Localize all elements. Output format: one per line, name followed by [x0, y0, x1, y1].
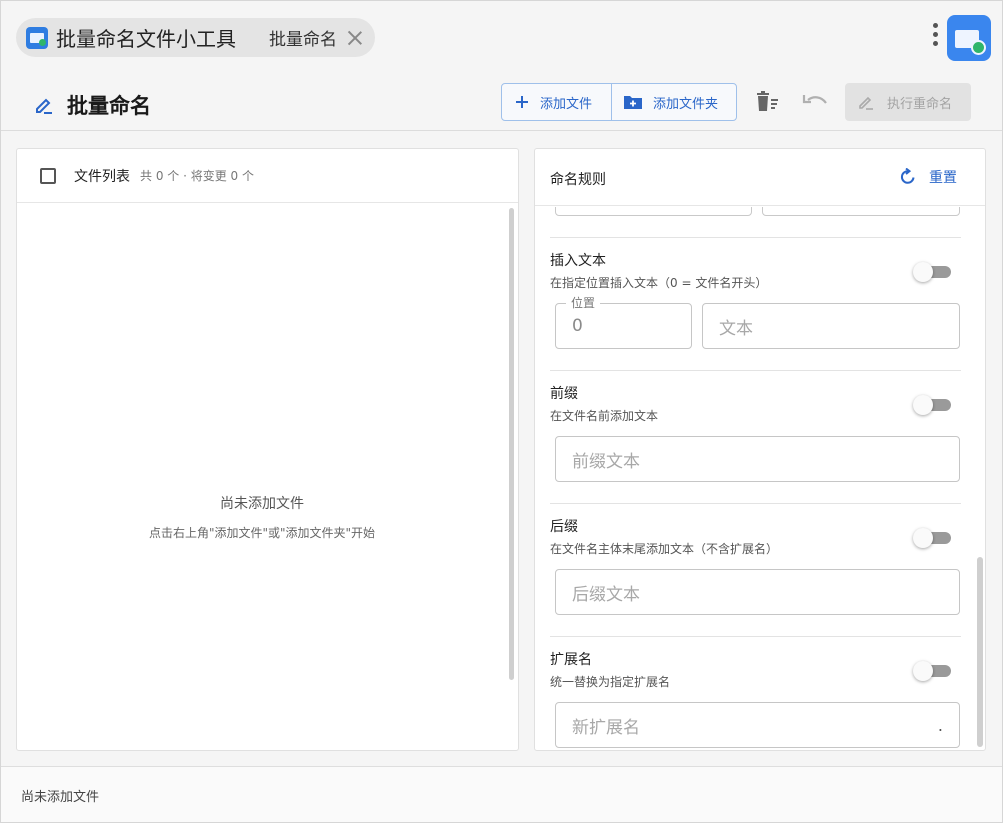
page-heading: 批量命名: [33, 90, 151, 120]
suffix-toggle[interactable]: [913, 528, 951, 548]
rules-scrollbar[interactable]: [977, 557, 983, 747]
add-file-button[interactable]: 添加文件: [502, 84, 612, 120]
refresh-icon: [899, 168, 917, 186]
file-list-count: 共 0 个 · 将变更 0 个: [140, 169, 254, 183]
insert-position-input[interactable]: 位置 0: [555, 294, 692, 349]
clear-list-icon[interactable]: [753, 91, 779, 113]
rules-header: 命名规则 重置: [535, 149, 985, 206]
prefix-placeholder: 前缀文本: [572, 451, 640, 472]
insert-text-toggle[interactable]: [913, 262, 951, 282]
extension-toggle[interactable]: [913, 661, 951, 681]
divider: [550, 237, 961, 238]
tab-label: 批量命名: [269, 30, 337, 50]
insert-text-desc: 在指定位置插入文本（0 = 文件名开头）: [550, 276, 768, 290]
rules-title: 命名规则: [550, 172, 606, 188]
extension-title: 扩展名: [550, 652, 592, 668]
extension-dot: .: [937, 715, 943, 735]
empty-state-title: 尚未添加文件: [220, 496, 304, 512]
suffix-title: 后缀: [550, 519, 578, 535]
suffix-placeholder: 后缀文本: [572, 584, 640, 605]
rules-panel: 命名规则 重置 插入文本 在指定位置插入文本（0 = 文件名开头） 位置 0 文…: [534, 148, 986, 751]
file-list-header: 文件列表 共 0 个 · 将变更 0 个: [17, 149, 518, 203]
prefix-input[interactable]: 前缀文本: [555, 436, 960, 482]
divider: [550, 370, 961, 371]
file-list-panel: 文件列表 共 0 个 · 将变更 0 个 尚未添加文件 点击右上角"添加文件"或…: [16, 148, 519, 751]
reset-label: 重置: [929, 170, 957, 186]
page-title: 批量命名: [67, 94, 151, 118]
close-icon[interactable]: [347, 30, 363, 46]
status-text: 尚未添加文件: [21, 790, 100, 805]
add-folder-button[interactable]: 添加文件夹: [612, 84, 736, 120]
plus-icon: [514, 94, 530, 110]
divider: [550, 503, 961, 504]
file-list-title: 文件列表: [74, 168, 130, 185]
app-window: 批量命名文件小工具 批量命名 批量命名 添加文件 添加文件夹 执行重命名 文件列…: [0, 0, 1003, 823]
insert-text-placeholder: 文本: [719, 318, 753, 339]
file-list-scrollbar[interactable]: [509, 208, 514, 680]
breadcrumb: 批量命名文件小工具 批量命名: [16, 18, 375, 57]
suffix-input[interactable]: 后缀文本: [555, 569, 960, 615]
folder-plus-icon: [623, 94, 643, 110]
more-menu-icon[interactable]: [933, 23, 939, 51]
previous-rule-field[interactable]: [762, 207, 960, 216]
extension-placeholder: 新扩展名: [572, 717, 640, 738]
add-folder-label: 添加文件夹: [653, 96, 719, 112]
select-all-checkbox[interactable]: [40, 167, 56, 184]
prefix-toggle[interactable]: [913, 395, 951, 415]
execute-label: 执行重命名: [887, 96, 953, 112]
edit-pencil-icon: [33, 94, 55, 116]
extension-input[interactable]: 新扩展名 .: [555, 702, 960, 748]
insert-text-title: 插入文本: [550, 253, 606, 269]
status-bar: 尚未添加文件: [1, 766, 1002, 822]
extension-desc: 统一替换为指定扩展名: [550, 675, 671, 689]
add-button-group: 添加文件 添加文件夹: [501, 83, 737, 121]
previous-rule-field[interactable]: [555, 207, 752, 216]
prefix-title: 前缀: [550, 386, 578, 402]
execute-rename-button[interactable]: 执行重命名: [845, 83, 971, 121]
reset-button[interactable]: 重置: [899, 167, 957, 187]
insert-position-value: 0: [572, 316, 583, 336]
rules-scroll-area: 插入文本 在指定位置插入文本（0 = 文件名开头） 位置 0 文本 前缀 在文件…: [535, 207, 985, 750]
app-launcher-icon[interactable]: [947, 15, 991, 61]
title-bar: 批量命名文件小工具 批量命名: [1, 1, 1002, 73]
prefix-desc: 在文件名前添加文本: [550, 409, 659, 423]
suffix-desc: 在文件名主体末尾添加文本（不含扩展名）: [550, 542, 779, 556]
insert-text-input[interactable]: 文本: [702, 303, 960, 349]
divider: [550, 636, 961, 637]
empty-state-hint: 点击右上角"添加文件"或"添加文件夹"开始: [148, 526, 376, 540]
toolbar: 批量命名 添加文件 添加文件夹 执行重命名: [1, 73, 1002, 131]
add-file-label: 添加文件: [540, 96, 593, 112]
undo-icon[interactable]: [801, 91, 829, 113]
tab-app[interactable]: 批量命名文件小工具: [16, 18, 256, 57]
rename-pencil-icon: [857, 93, 875, 111]
tab-batch-rename[interactable]: 批量命名: [241, 18, 375, 57]
app-title: 批量命名文件小工具: [56, 27, 236, 51]
insert-position-label: 位置: [566, 294, 601, 311]
app-logo-icon: [26, 26, 48, 49]
file-list-body: 尚未添加文件 点击右上角"添加文件"或"添加文件夹"开始: [17, 204, 518, 750]
